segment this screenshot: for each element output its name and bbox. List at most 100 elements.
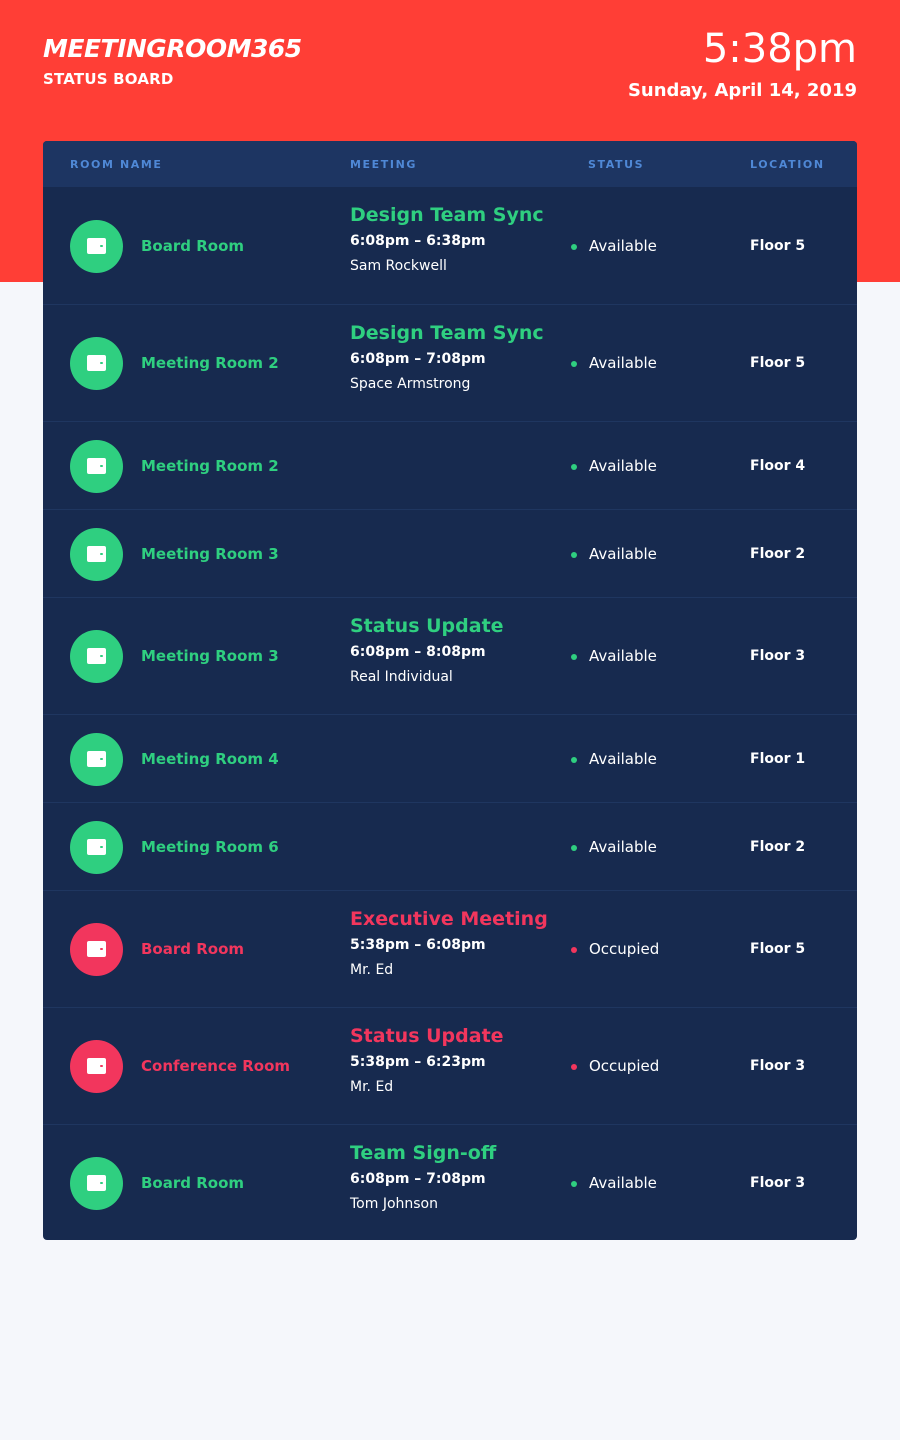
status-badge: Available [571, 646, 657, 666]
status-badge: Available [571, 353, 657, 373]
table-row[interactable]: Meeting Room 2 Design Team Sync 6:08pm –… [43, 304, 857, 421]
meeting-time: 6:08pm – 7:08pm [350, 1171, 486, 1187]
current-time: 5:38pm [702, 26, 857, 72]
meeting-host: Sam Rockwell [350, 258, 447, 274]
table-row[interactable]: Board Room Executive Meeting 5:38pm – 6:… [43, 890, 857, 1007]
meeting-time: 6:08pm – 6:38pm [350, 233, 486, 249]
meeting-time: 5:38pm – 6:08pm [350, 937, 486, 953]
room-name[interactable]: Meeting Room 4 [141, 749, 279, 769]
meeting-title: Executive Meeting [350, 908, 548, 930]
room-name[interactable]: Board Room [141, 236, 244, 256]
meeting-info: Executive Meeting 5:38pm – 6:08pm Mr. Ed [350, 907, 548, 979]
room-name[interactable]: Meeting Room 2 [141, 456, 279, 476]
status-dot-icon [571, 654, 577, 660]
status-badge: Available [571, 544, 657, 564]
room-name[interactable]: Meeting Room 3 [141, 544, 279, 564]
door-icon [70, 820, 123, 874]
status-badge: Available [571, 837, 657, 857]
room-location: Floor 5 [750, 941, 806, 957]
meeting-info: Design Team Sync 6:08pm – 6:38pm Sam Roc… [350, 203, 544, 275]
meeting-info: Status Update 6:08pm – 8:08pm Real Indiv… [350, 614, 504, 686]
table-row[interactable]: Meeting Room 4 Available Floor 1 [43, 714, 857, 802]
meeting-host: Tom Johnson [350, 1196, 438, 1212]
table-body: Board Room Design Team Sync 6:08pm – 6:3… [43, 187, 857, 1240]
door-icon [70, 1156, 123, 1210]
table-row[interactable]: Conference Room Status Update 5:38pm – 6… [43, 1007, 857, 1124]
meeting-time: 5:38pm – 6:23pm [350, 1054, 486, 1070]
meeting-host: Mr. Ed [350, 962, 394, 978]
status-badge: Occupied [571, 939, 659, 959]
door-icon [70, 732, 123, 786]
table-row[interactable]: Meeting Room 2 Available Floor 4 [43, 421, 857, 509]
door-icon [70, 439, 123, 493]
status-badge: Occupied [571, 1056, 659, 1076]
room-location: Floor 4 [750, 457, 806, 474]
meeting-time: 6:08pm – 8:08pm [350, 644, 486, 660]
meeting-info: Status Update 5:38pm – 6:23pm Mr. Ed [350, 1024, 504, 1096]
status-text: Available [589, 1173, 657, 1192]
room-location: Floor 2 [750, 838, 806, 855]
status-dot-icon [571, 756, 577, 763]
status-text: Available [589, 749, 657, 768]
meeting-title: Status Update [350, 615, 504, 637]
meeting-info: Team Sign-off 6:08pm – 7:08pm Tom Johnso… [350, 1141, 496, 1213]
door-icon [70, 630, 123, 683]
room-name[interactable]: Conference Room [141, 1056, 290, 1076]
meeting-time: 6:08pm – 7:08pm [350, 351, 486, 367]
status-text: Occupied [589, 940, 660, 958]
current-date: Sunday, April 14, 2019 [627, 80, 857, 101]
status-dot-icon [571, 243, 577, 250]
door-icon [70, 527, 123, 581]
room-name[interactable]: Meeting Room 2 [141, 353, 279, 373]
table-header: ROOM NAME MEETING STATUS LOCATION [43, 141, 857, 187]
status-badge: Available [571, 1173, 657, 1193]
status-badge: Available [571, 749, 657, 769]
status-text: Available [589, 236, 657, 255]
status-dot-icon [571, 1064, 577, 1070]
room-name[interactable]: Meeting Room 6 [141, 837, 279, 857]
column-header-room-name: ROOM NAME [70, 158, 163, 171]
status-text: Available [589, 647, 657, 665]
status-badge: Available [571, 236, 657, 256]
status-text: Occupied [589, 1057, 660, 1075]
status-dot-icon [571, 947, 577, 953]
status-text: Available [589, 456, 657, 475]
room-name[interactable]: Meeting Room 3 [141, 646, 279, 666]
room-name[interactable]: Board Room [141, 939, 244, 959]
page-subtitle: STATUS BOARD [43, 70, 174, 88]
table-row[interactable]: Meeting Room 3 Status Update 6:08pm – 8:… [43, 597, 857, 714]
status-badge: Available [571, 456, 657, 476]
meeting-host: Space Armstrong [350, 376, 471, 392]
table-row[interactable]: Board Room Team Sign-off 6:08pm – 7:08pm… [43, 1124, 857, 1240]
status-dot-icon [571, 1180, 577, 1187]
column-header-location: LOCATION [750, 158, 825, 171]
status-dot-icon [571, 463, 577, 470]
door-icon [70, 219, 123, 273]
meeting-info: Design Team Sync 6:08pm – 7:08pm Space A… [350, 321, 544, 393]
room-location: Floor 1 [750, 750, 806, 767]
table-row[interactable]: Meeting Room 3 Available Floor 2 [43, 509, 857, 597]
meeting-host: Mr. Ed [350, 1079, 394, 1095]
column-header-meeting: MEETING [350, 158, 418, 171]
table-row[interactable]: Board Room Design Team Sync 6:08pm – 6:3… [43, 187, 857, 304]
column-header-status: STATUS [588, 158, 645, 171]
table-row[interactable]: Meeting Room 6 Available Floor 2 [43, 802, 857, 890]
door-icon [70, 337, 123, 390]
room-location: Floor 2 [750, 545, 806, 562]
status-dot-icon [571, 361, 577, 367]
room-location: Floor 3 [750, 648, 806, 664]
status-dot-icon [571, 844, 577, 851]
room-location: Floor 3 [750, 1058, 806, 1074]
status-text: Available [589, 354, 657, 372]
room-name[interactable]: Board Room [141, 1173, 244, 1193]
meeting-title: Team Sign-off [350, 1142, 497, 1164]
room-location: Floor 5 [750, 237, 806, 254]
meeting-host: Real Individual [350, 669, 453, 685]
door-icon [70, 923, 123, 976]
room-location: Floor 5 [750, 355, 806, 371]
status-text: Available [589, 837, 657, 856]
app-logo: MEETINGROOM365 [43, 34, 302, 63]
meeting-title: Design Team Sync [350, 204, 544, 226]
status-text: Available [589, 544, 657, 563]
door-icon [70, 1040, 123, 1093]
